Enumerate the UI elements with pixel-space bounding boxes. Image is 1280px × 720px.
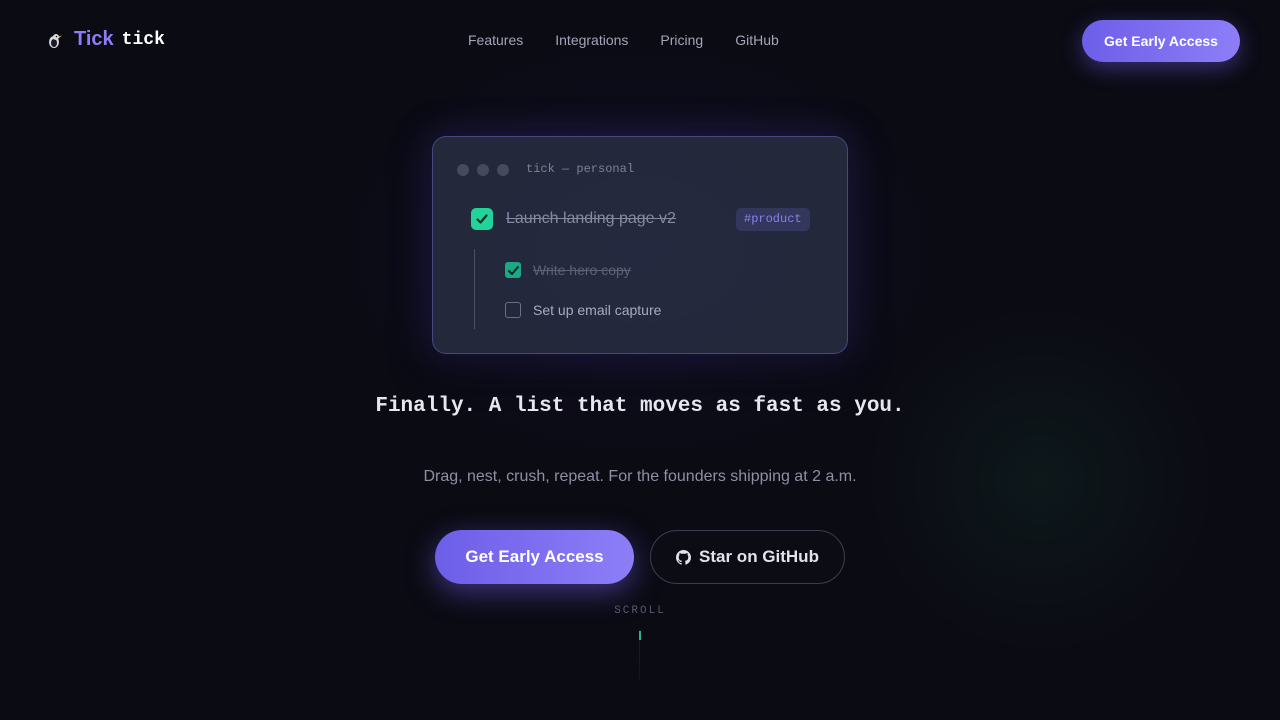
checkmark-icon (508, 266, 519, 275)
nest-guide-line (474, 249, 475, 329)
task-main-checkbox[interactable] (471, 208, 493, 230)
subtask-checkbox-done[interactable] (505, 262, 521, 278)
scroll-indicator-dot (639, 631, 641, 640)
hero-get-early-access-button[interactable]: Get Early Access (435, 530, 634, 584)
window-controls (457, 164, 509, 176)
nav-links: Features Integrations Pricing GitHub (468, 32, 779, 48)
window-dot-minimize (477, 164, 489, 176)
nav-link-pricing[interactable]: Pricing (660, 32, 703, 48)
card-title: tick — personal (526, 162, 635, 176)
hero-headline: Finally. A list that moves as fast as yo… (375, 395, 905, 418)
scroll-indicator-label: SCROLL (614, 605, 666, 617)
subtask-label: Write hero copy (533, 262, 631, 278)
nav-link-integrations[interactable]: Integrations (555, 32, 628, 48)
logo-link[interactable]: Tick tick (44, 28, 165, 51)
task-preview-card: tick — personal Launch landing page v2 #… (432, 136, 848, 354)
nav-get-early-access-button[interactable]: Get Early Access (1082, 20, 1240, 62)
window-dot-maximize (497, 164, 509, 176)
star-on-github-button[interactable]: Star on GitHub (650, 530, 845, 584)
hero-subheadline: Drag, nest, crush, repeat. For the found… (423, 468, 857, 485)
window-dot-close (457, 164, 469, 176)
task-tag-product[interactable]: #product (736, 208, 810, 231)
checkmark-icon (476, 214, 488, 224)
subtask-label: Set up email capture (533, 302, 662, 318)
nav-link-github[interactable]: GitHub (735, 32, 779, 48)
github-icon (676, 549, 692, 565)
top-navigation: Tick tick Features Integrations Pricing … (0, 0, 1280, 82)
logo-text-secondary: tick (121, 29, 165, 50)
nav-link-features[interactable]: Features (468, 32, 523, 48)
logo-text-primary: Tick (74, 28, 114, 50)
subtask-checkbox-todo[interactable] (505, 302, 521, 318)
bird-icon (44, 29, 66, 51)
star-on-github-label: Star on GitHub (699, 547, 819, 566)
task-main-label: Launch landing page v2 (506, 210, 676, 227)
